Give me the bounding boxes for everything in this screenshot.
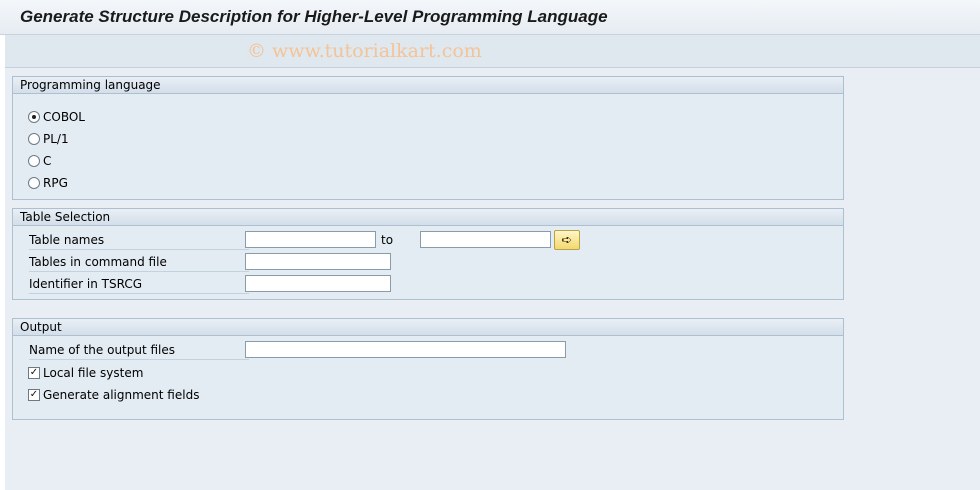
table-names-to-input[interactable] — [420, 231, 551, 248]
generate-alignment-option[interactable]: ✓ Generate alignment fields — [28, 387, 199, 403]
radio-c[interactable]: C — [28, 153, 51, 169]
multiple-selection-button[interactable]: ➪ — [554, 230, 580, 250]
tables-in-command-file-label: Tables in command file — [29, 253, 249, 272]
output-header: Output — [13, 319, 843, 336]
radio-label: COBOL — [43, 110, 85, 124]
radio-pl1[interactable]: PL/1 — [28, 131, 69, 147]
radio-button[interactable] — [28, 111, 40, 123]
watermark: © www.tutorialkart.com — [247, 40, 482, 62]
table-selection-group: Table Selection Table names to ➪ Tables … — [12, 208, 844, 300]
programming-language-group: Programming language COBOL PL/1 C RPG — [12, 76, 844, 200]
application-toolbar: © www.tutorialkart.com — [5, 35, 980, 68]
identifier-input[interactable] — [245, 275, 391, 292]
output-files-input[interactable] — [245, 341, 566, 358]
title-bar: Generate Structure Description for Highe… — [0, 0, 980, 35]
radio-label: PL/1 — [43, 132, 69, 146]
page-title: Generate Structure Description for Highe… — [20, 7, 608, 26]
radio-label: RPG — [43, 176, 68, 190]
radio-rpg[interactable]: RPG — [28, 175, 68, 191]
tables-in-command-file-input[interactable] — [245, 253, 391, 270]
main-content: Programming language COBOL PL/1 C RPG Ta… — [5, 68, 980, 490]
programming-language-header: Programming language — [13, 77, 843, 94]
local-file-system-option[interactable]: ✓ Local file system — [28, 365, 143, 381]
arrow-right-icon: ➪ — [561, 232, 573, 248]
table-selection-header: Table Selection — [13, 209, 843, 226]
table-names-from-input[interactable] — [245, 231, 376, 248]
radio-button[interactable] — [28, 133, 40, 145]
identifier-label: Identifier in TSRCG — [29, 275, 249, 294]
output-files-label: Name of the output files — [29, 341, 249, 360]
radio-label: C — [43, 154, 52, 168]
output-group: Output Name of the output files ✓ Local … — [12, 318, 844, 420]
to-label: to — [381, 233, 394, 247]
radio-cobol[interactable]: COBOL — [28, 109, 85, 125]
radio-button[interactable] — [28, 177, 40, 189]
checkbox-label: Generate alignment fields — [43, 388, 200, 402]
local-file-system-checkbox[interactable]: ✓ — [28, 367, 40, 379]
table-names-label: Table names — [29, 231, 249, 250]
checkbox-label: Local file system — [43, 366, 144, 380]
generate-alignment-checkbox[interactable]: ✓ — [28, 389, 40, 401]
radio-button[interactable] — [28, 155, 40, 167]
